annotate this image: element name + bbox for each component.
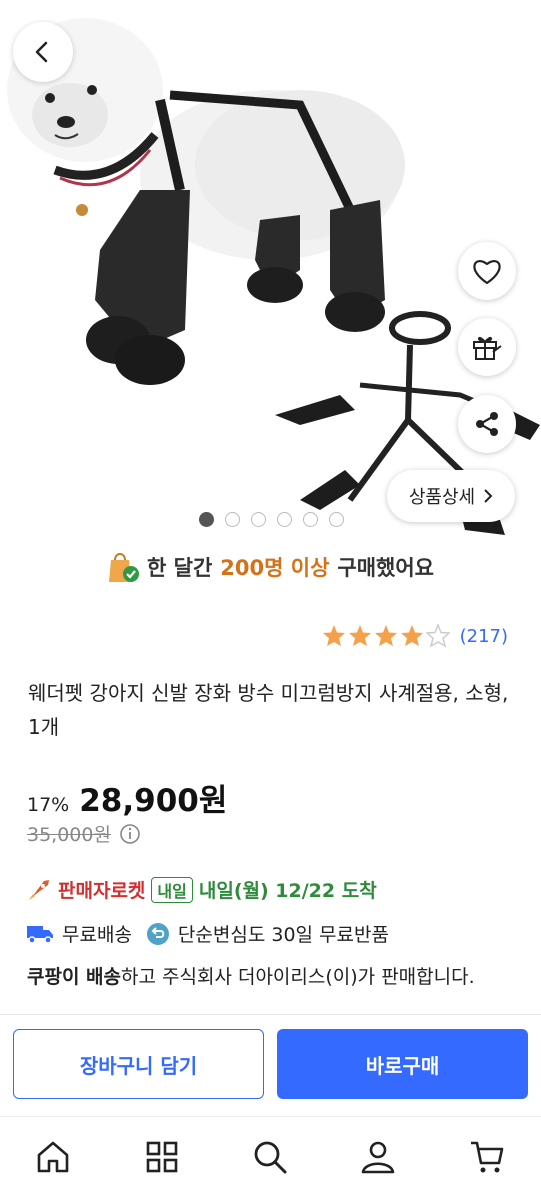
sale-price: 28,900원 xyxy=(79,783,228,819)
return-policy-label: 단순변심도 30일 무료반품 xyxy=(177,924,389,946)
add-to-cart-button[interactable]: 장바구니 담기 xyxy=(13,1029,264,1099)
heart-icon xyxy=(473,260,501,285)
gift-icon xyxy=(473,336,502,360)
star-full-icon xyxy=(400,625,423,646)
star-full-icon xyxy=(322,625,345,646)
product-title: 웨더펫 강아지 신발 장화 방수 미끄럼방지 사계절용, 소형, 1개 xyxy=(28,681,509,739)
pagination-dot[interactable] xyxy=(225,512,240,527)
back-button[interactable] xyxy=(13,22,73,82)
free-shipping-label: 무료배송 xyxy=(62,924,132,946)
truck-icon xyxy=(27,925,53,944)
pagination-dot[interactable] xyxy=(329,512,344,527)
cart-icon xyxy=(471,1141,504,1173)
seller-info: 쿠팡이 배송하고 주식회사 더아이리스(이)가 판매합니다. xyxy=(27,960,517,994)
star-full-icon xyxy=(348,625,371,646)
original-price: 35,000원 xyxy=(27,824,111,846)
pagination-dot[interactable] xyxy=(277,512,292,527)
tab-home[interactable] xyxy=(33,1137,73,1177)
seller-shipper: 쿠팡이 배송 xyxy=(27,966,122,988)
purchase-action-bar: 장바구니 담기 바로구매 xyxy=(0,1014,541,1114)
search-icon xyxy=(254,1141,287,1174)
bottom-tab-bar xyxy=(0,1116,541,1200)
gift-button[interactable] xyxy=(458,318,516,376)
arrival-date: 내일(월) 12/22 도착 xyxy=(198,880,377,902)
wishlist-button[interactable] xyxy=(458,242,516,300)
rocket-label: 판매자로켓 xyxy=(58,880,146,902)
star-full-icon xyxy=(374,625,397,646)
shopping-bag-check-icon xyxy=(109,553,139,582)
buyers-suffix: 구매했어요 xyxy=(337,556,434,580)
shipping-row: 무료배송 단순변심도 30일 무료반품 xyxy=(26,920,389,947)
pagination-dot[interactable] xyxy=(303,512,318,527)
back-icon xyxy=(35,41,48,63)
pagination-dot[interactable] xyxy=(251,512,266,527)
tab-my-account[interactable] xyxy=(358,1137,398,1177)
buyers-count: 200명 이상 xyxy=(220,556,330,580)
home-icon xyxy=(37,1141,69,1173)
price-row: 17% 28,900원 xyxy=(27,775,227,820)
category-icon xyxy=(146,1141,178,1173)
rocket-delivery-row: 판매자로켓 내일 내일(월) 12/22 도착 xyxy=(26,876,377,903)
tab-cart[interactable] xyxy=(467,1137,507,1177)
tomorrow-badge: 내일 xyxy=(151,876,193,903)
rocket-icon xyxy=(29,879,49,900)
seller-text: 하고 주식회사 더아이리스(이)가 판매합니다. xyxy=(121,966,475,988)
chevron-right-icon xyxy=(484,489,493,503)
product-detail-button[interactable]: 상품상세 xyxy=(387,470,515,522)
product-image[interactable]: 상품상세 xyxy=(0,0,541,540)
tab-search[interactable] xyxy=(250,1137,290,1177)
rating[interactable]: (217) xyxy=(322,624,508,648)
buy-now-button[interactable]: 바로구매 xyxy=(277,1029,528,1099)
pagination-dot[interactable] xyxy=(199,512,214,527)
discount-rate: 17% xyxy=(27,794,70,816)
share-icon xyxy=(476,412,498,436)
image-pagination xyxy=(199,512,344,527)
my-account-icon xyxy=(361,1141,395,1174)
info-icon[interactable] xyxy=(119,823,141,845)
return-icon xyxy=(146,922,169,945)
product-detail-label: 상품상세 xyxy=(408,487,476,508)
share-button[interactable] xyxy=(458,395,516,453)
buyers-prefix: 한 달간 xyxy=(147,556,213,580)
review-count[interactable]: (217) xyxy=(460,626,508,647)
purchase-count-banner: 한 달간 200명 이상 구매했어요 xyxy=(0,550,541,584)
tab-category[interactable] xyxy=(142,1137,182,1177)
original-price-row: 35,000원 xyxy=(27,820,141,847)
star-empty-icon xyxy=(425,624,450,648)
